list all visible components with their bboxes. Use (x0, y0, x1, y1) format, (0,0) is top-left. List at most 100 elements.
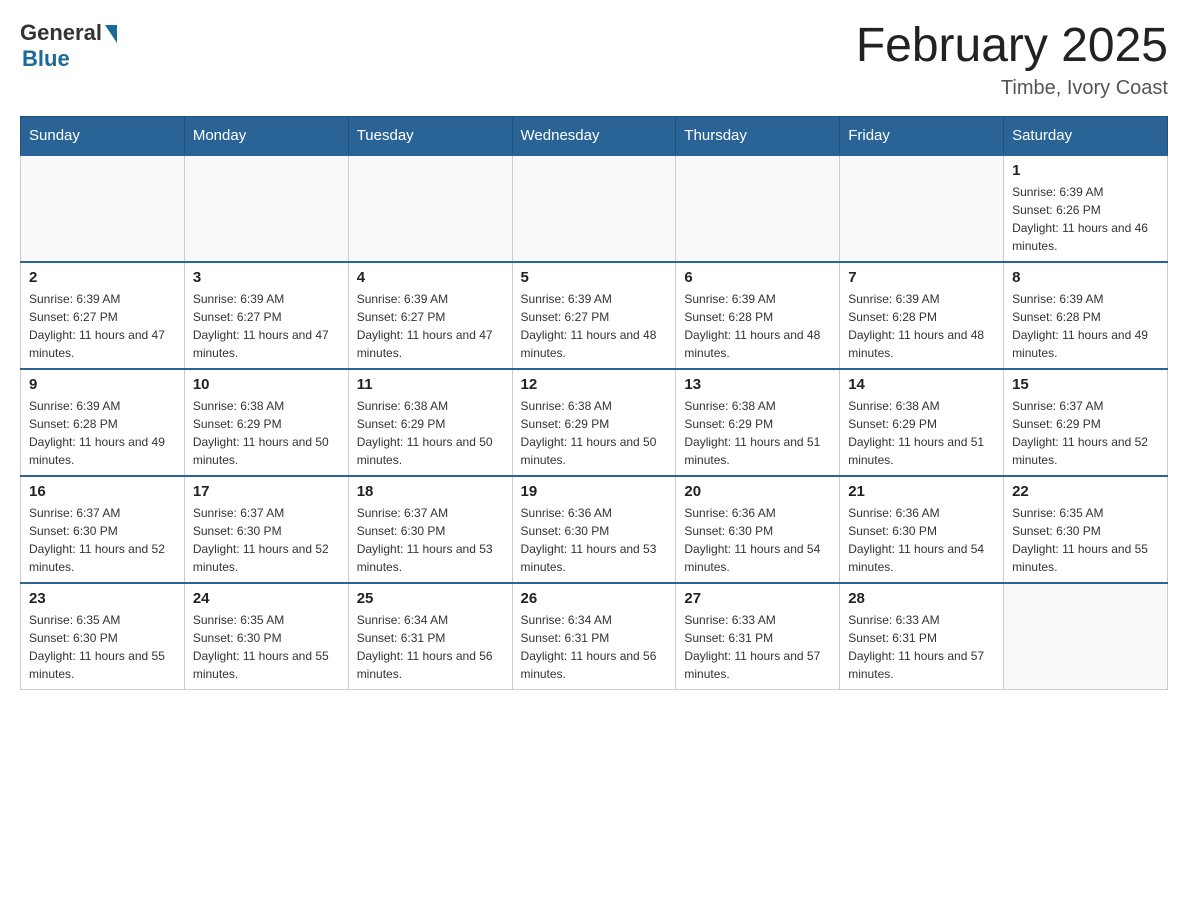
week-row-4: 16Sunrise: 6:37 AM Sunset: 6:30 PM Dayli… (21, 476, 1168, 583)
calendar-cell: 13 Sunrise: 6:38 AM Sunset: 6:29 PM Dayli… (676, 369, 840, 476)
day-info: Sunrise: 6:39 AM Sunset: 6:28 PM Dayligh… (29, 397, 176, 469)
calendar-cell: 25 Sunrise: 6:34 AM Sunset: 6:31 PM Dayli… (348, 583, 512, 690)
day-info: Sunrise: 6:38 AM Sunset: 6:29 PM Dayligh… (357, 397, 504, 469)
week-row-5: 23 Sunrise: 6:35 AM Sunset: 6:30 PM Dayli… (21, 583, 1168, 690)
column-header-thursday: Thursday (676, 116, 840, 155)
day-number: 6 (684, 269, 831, 286)
calendar-cell (676, 155, 840, 262)
week-row-3: 9 Sunrise: 6:39 AM Sunset: 6:28 PM Daylig… (21, 369, 1168, 476)
day-number: 15 (1012, 376, 1159, 393)
day-info: Sunrise: 6:37 AM Sunset: 6:29 PM Dayligh… (1012, 397, 1159, 469)
day-info: Sunrise: 6:37 AM Sunset: 6:30 PM Dayligh… (29, 504, 176, 576)
day-info: Sunrise: 6:35 AM Sunset: 6:30 PM Dayligh… (29, 611, 176, 683)
calendar-cell: 4 Sunrise: 6:39 AM Sunset: 6:27 PM Daylig… (348, 262, 512, 369)
day-number: 23 (29, 590, 176, 607)
day-info: Sunrise: 6:36 AM Sunset: 6:30 PM Dayligh… (521, 504, 668, 576)
day-info: Sunrise: 6:39 AM Sunset: 6:28 PM Dayligh… (1012, 290, 1159, 362)
day-number: 13 (684, 376, 831, 393)
month-title: February 2025 (856, 20, 1168, 73)
column-header-sunday: Sunday (21, 116, 185, 155)
day-number: 26 (521, 590, 668, 607)
calendar-cell: 21 Sunrise: 6:36 AM Sunset: 6:30 PM Dayli… (840, 476, 1004, 583)
day-info: Sunrise: 6:33 AM Sunset: 6:31 PM Dayligh… (848, 611, 995, 683)
logo-general-text: General (20, 20, 102, 46)
calendar-cell: 5 Sunrise: 6:39 AM Sunset: 6:27 PM Daylig… (512, 262, 676, 369)
day-info: Sunrise: 6:39 AM Sunset: 6:27 PM Dayligh… (521, 290, 668, 362)
column-header-tuesday: Tuesday (348, 116, 512, 155)
day-info: Sunrise: 6:38 AM Sunset: 6:29 PM Dayligh… (193, 397, 340, 469)
day-number: 10 (193, 376, 340, 393)
calendar-cell (840, 155, 1004, 262)
calendar-cell (512, 155, 676, 262)
page-header: General Blue February 2025 Timbe, Ivory … (20, 20, 1168, 100)
column-header-monday: Monday (184, 116, 348, 155)
day-number: 19 (521, 483, 668, 500)
day-number: 24 (193, 590, 340, 607)
location-subtitle: Timbe, Ivory Coast (856, 77, 1168, 100)
calendar-cell: 22 Sunrise: 6:35 AM Sunset: 6:30 PM Dayli… (1004, 476, 1168, 583)
day-info: Sunrise: 6:36 AM Sunset: 6:30 PM Dayligh… (848, 504, 995, 576)
calendar-cell: 17 Sunrise: 6:37 AM Sunset: 6:30 PM Dayli… (184, 476, 348, 583)
week-row-2: 2Sunrise: 6:39 AM Sunset: 6:27 PM Daylig… (21, 262, 1168, 369)
logo-arrow-icon (105, 25, 117, 43)
calendar-cell: 28 Sunrise: 6:33 AM Sunset: 6:31 PM Dayli… (840, 583, 1004, 690)
day-number: 28 (848, 590, 995, 607)
day-info: Sunrise: 6:39 AM Sunset: 6:27 PM Dayligh… (357, 290, 504, 362)
calendar-cell: 23 Sunrise: 6:35 AM Sunset: 6:30 PM Dayli… (21, 583, 185, 690)
week-row-1: 1Sunrise: 6:39 AM Sunset: 6:26 PM Daylig… (21, 155, 1168, 262)
day-info: Sunrise: 6:37 AM Sunset: 6:30 PM Dayligh… (193, 504, 340, 576)
calendar-cell: 11 Sunrise: 6:38 AM Sunset: 6:29 PM Dayli… (348, 369, 512, 476)
day-number: 27 (684, 590, 831, 607)
logo-blue-text: Blue (22, 46, 70, 72)
logo: General Blue (20, 20, 117, 72)
day-info: Sunrise: 6:33 AM Sunset: 6:31 PM Dayligh… (684, 611, 831, 683)
day-number: 14 (848, 376, 995, 393)
day-info: Sunrise: 6:36 AM Sunset: 6:30 PM Dayligh… (684, 504, 831, 576)
calendar-cell: 18Sunrise: 6:37 AM Sunset: 6:30 PM Dayli… (348, 476, 512, 583)
day-info: Sunrise: 6:38 AM Sunset: 6:29 PM Dayligh… (521, 397, 668, 469)
day-number: 4 (357, 269, 504, 286)
day-info: Sunrise: 6:39 AM Sunset: 6:28 PM Dayligh… (684, 290, 831, 362)
day-number: 8 (1012, 269, 1159, 286)
calendar-cell: 14Sunrise: 6:38 AM Sunset: 6:29 PM Dayli… (840, 369, 1004, 476)
day-number: 9 (29, 376, 176, 393)
calendar-cell: 7 Sunrise: 6:39 AM Sunset: 6:28 PM Daylig… (840, 262, 1004, 369)
calendar-cell: 2Sunrise: 6:39 AM Sunset: 6:27 PM Daylig… (21, 262, 185, 369)
day-info: Sunrise: 6:39 AM Sunset: 6:27 PM Dayligh… (193, 290, 340, 362)
calendar-cell (1004, 583, 1168, 690)
day-number: 21 (848, 483, 995, 500)
column-header-wednesday: Wednesday (512, 116, 676, 155)
day-number: 11 (357, 376, 504, 393)
day-info: Sunrise: 6:34 AM Sunset: 6:31 PM Dayligh… (521, 611, 668, 683)
day-number: 5 (521, 269, 668, 286)
calendar-cell: 24 Sunrise: 6:35 AM Sunset: 6:30 PM Dayli… (184, 583, 348, 690)
calendar-cell: 9 Sunrise: 6:39 AM Sunset: 6:28 PM Daylig… (21, 369, 185, 476)
day-info: Sunrise: 6:37 AM Sunset: 6:30 PM Dayligh… (357, 504, 504, 576)
day-number: 12 (521, 376, 668, 393)
day-info: Sunrise: 6:39 AM Sunset: 6:27 PM Dayligh… (29, 290, 176, 362)
day-info: Sunrise: 6:35 AM Sunset: 6:30 PM Dayligh… (193, 611, 340, 683)
day-number: 17 (193, 483, 340, 500)
calendar-cell (348, 155, 512, 262)
calendar-cell: 20 Sunrise: 6:36 AM Sunset: 6:30 PM Dayli… (676, 476, 840, 583)
calendar-cell (184, 155, 348, 262)
day-number: 25 (357, 590, 504, 607)
day-info: Sunrise: 6:35 AM Sunset: 6:30 PM Dayligh… (1012, 504, 1159, 576)
calendar-cell: 1Sunrise: 6:39 AM Sunset: 6:26 PM Daylig… (1004, 155, 1168, 262)
calendar-cell: 3Sunrise: 6:39 AM Sunset: 6:27 PM Daylig… (184, 262, 348, 369)
day-number: 20 (684, 483, 831, 500)
calendar-cell: 16Sunrise: 6:37 AM Sunset: 6:30 PM Dayli… (21, 476, 185, 583)
calendar-cell (21, 155, 185, 262)
day-number: 22 (1012, 483, 1159, 500)
day-number: 1 (1012, 162, 1159, 179)
calendar-cell: 8 Sunrise: 6:39 AM Sunset: 6:28 PM Daylig… (1004, 262, 1168, 369)
calendar-cell: 19 Sunrise: 6:36 AM Sunset: 6:30 PM Dayli… (512, 476, 676, 583)
calendar-cell: 12 Sunrise: 6:38 AM Sunset: 6:29 PM Dayli… (512, 369, 676, 476)
calendar-table: SundayMondayTuesdayWednesdayThursdayFrid… (20, 116, 1168, 690)
day-info: Sunrise: 6:39 AM Sunset: 6:28 PM Dayligh… (848, 290, 995, 362)
calendar-cell: 15 Sunrise: 6:37 AM Sunset: 6:29 PM Dayli… (1004, 369, 1168, 476)
day-info: Sunrise: 6:34 AM Sunset: 6:31 PM Dayligh… (357, 611, 504, 683)
title-area: February 2025 Timbe, Ivory Coast (856, 20, 1168, 100)
day-number: 7 (848, 269, 995, 286)
day-info: Sunrise: 6:38 AM Sunset: 6:29 PM Dayligh… (684, 397, 831, 469)
